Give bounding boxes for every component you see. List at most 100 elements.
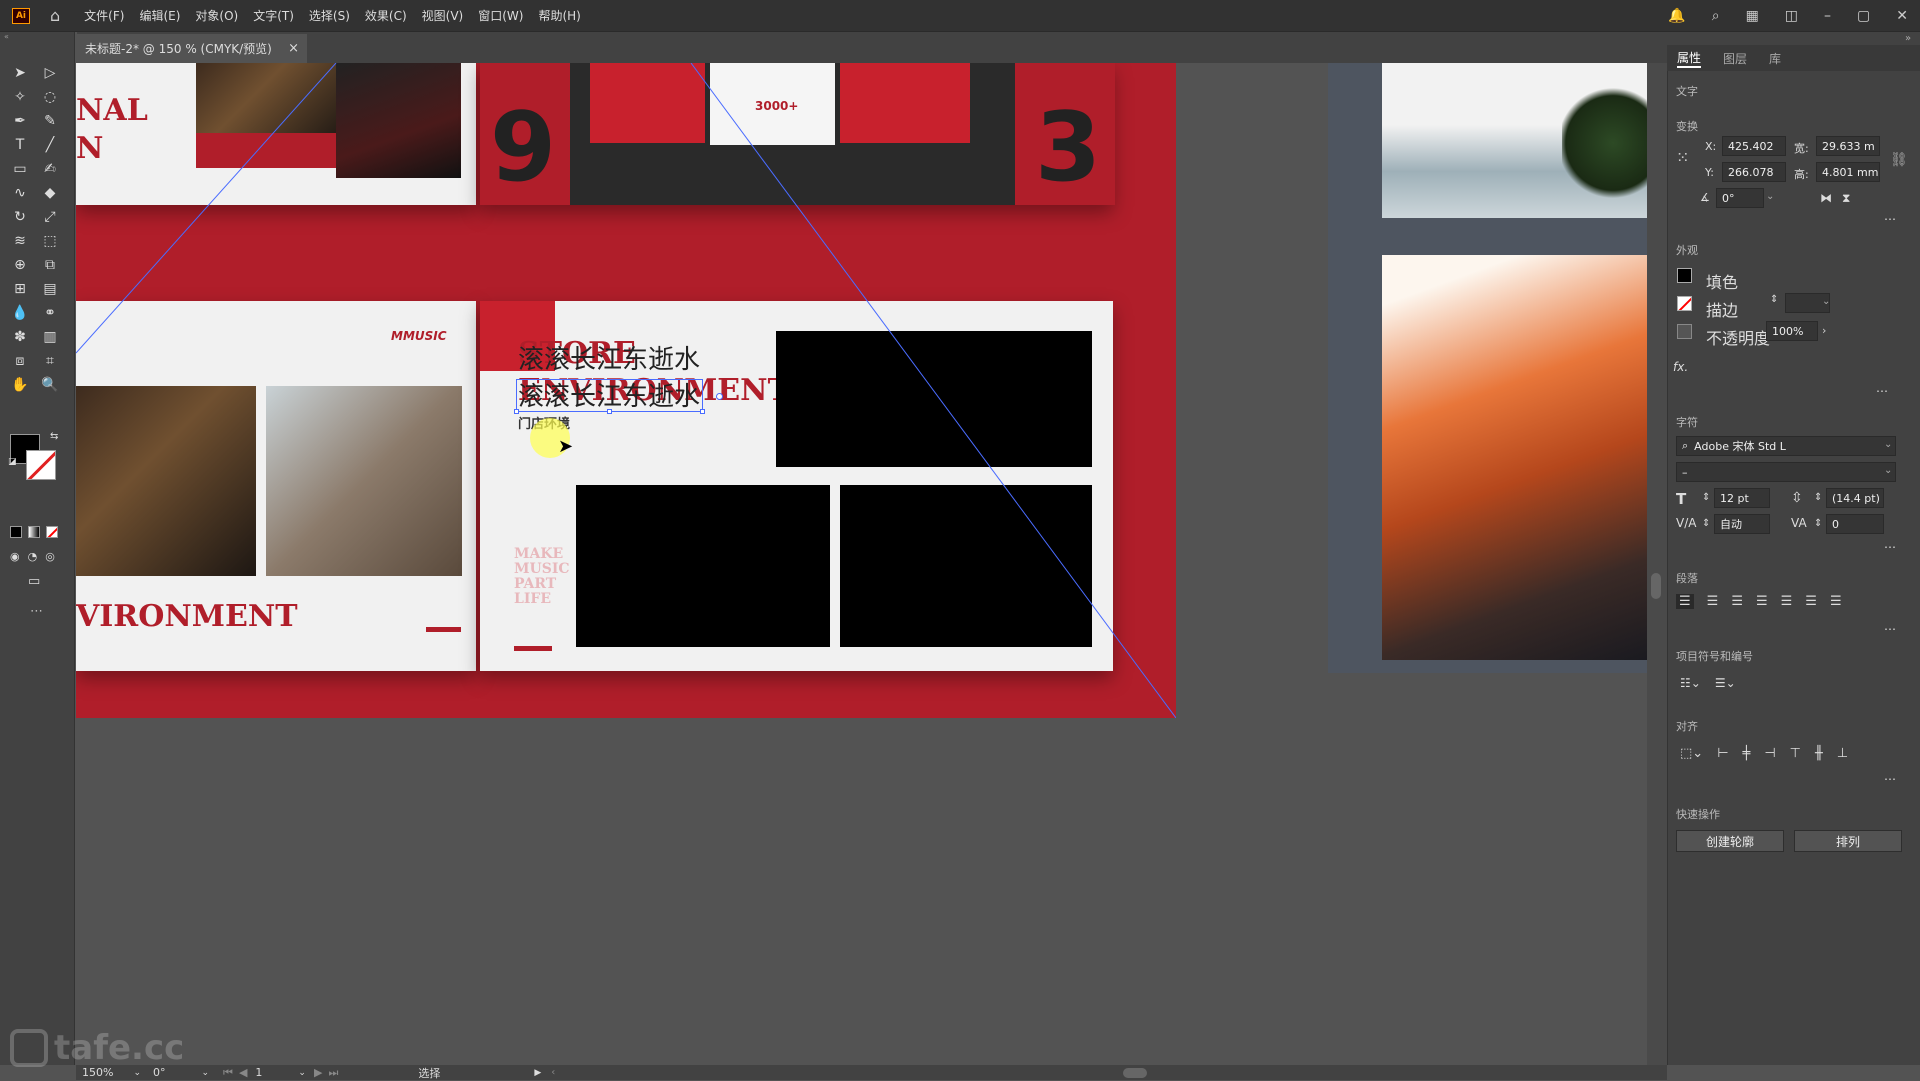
artboard[interactable]: NAL N 9 3000+ 3 MMUSIC VIRONMENT STORE E… [76, 63, 1176, 718]
swap-colors-icon[interactable]: ⇆ [50, 431, 58, 442]
gradient-mode-icon[interactable] [28, 526, 40, 538]
none-mode-icon[interactable] [46, 526, 58, 538]
first-page-icon[interactable]: ⏮ [223, 1066, 233, 1080]
transform-more-icon[interactable]: ⋯ [1884, 212, 1896, 226]
arrange-button[interactable]: 排列 [1794, 830, 1902, 852]
menu-effect[interactable]: 效果(C) [365, 7, 407, 24]
gradient-tool-icon[interactable]: ▤ [38, 278, 62, 300]
justify-center-icon[interactable]: ☰ [1781, 594, 1793, 609]
menu-view[interactable]: 视图(V) [422, 7, 464, 24]
opacity-field[interactable]: 100% [1766, 321, 1818, 341]
screen-mode-icon[interactable]: ▭ [28, 574, 40, 589]
align-bottom-edge-icon[interactable]: ⊥ [1837, 746, 1848, 761]
maximize-icon[interactable]: ▢ [1857, 8, 1870, 24]
lasso-tool-icon[interactable]: ◌ [38, 86, 62, 108]
canvas-area[interactable]: NAL N 9 3000+ 3 MMUSIC VIRONMENT STORE E… [76, 63, 1647, 1065]
home-icon[interactable]: ⌂ [50, 6, 60, 25]
flip-horizontal-icon[interactable]: ⧓ [1820, 191, 1832, 205]
tab-layers[interactable]: 图层 [1723, 50, 1747, 67]
kerning-stepper-icon[interactable]: ⇕ [1702, 518, 1710, 529]
stroke-swatch[interactable] [26, 450, 56, 480]
align-top-edge-icon[interactable]: ⊤ [1790, 746, 1801, 761]
toolbar-collapse-icon[interactable]: « [0, 32, 75, 42]
document-tab[interactable]: 未标题-2* @ 150 % (CMYK/预览) × [77, 34, 307, 63]
eyedropper-tool-icon[interactable]: 💧 [8, 302, 32, 324]
create-outline-button[interactable]: 创建轮廓 [1676, 830, 1784, 852]
horizontal-scrollbar-thumb[interactable] [1123, 1067, 1148, 1078]
align-left-icon[interactable]: ☰ [1676, 594, 1694, 609]
draw-inside-icon[interactable]: ◎ [45, 550, 55, 563]
arrange-icon[interactable]: ◫ [1785, 8, 1798, 24]
align-vertical-center-icon[interactable]: ╫ [1815, 746, 1823, 761]
x-field[interactable]: 425.402 [1722, 136, 1786, 156]
align-horizontal-center-icon[interactable]: ╪ [1743, 746, 1751, 761]
paintbrush-tool-icon[interactable]: ✍ [38, 158, 62, 180]
flip-vertical-icon[interactable]: ⧗ [1842, 191, 1850, 206]
height-field[interactable]: 4.801 mm [1816, 162, 1880, 182]
fx-button[interactable]: fx. [1673, 360, 1688, 374]
paragraph-more-icon[interactable]: ⋯ [1884, 622, 1896, 636]
tracking-field[interactable]: 0 [1826, 514, 1884, 534]
align-center-icon[interactable]: ☰ [1707, 594, 1719, 609]
search-icon[interactable]: ⌕ [1712, 8, 1720, 24]
style-dropdown-icon[interactable]: ⌄ [1884, 465, 1892, 476]
angle-dropdown-icon[interactable]: ⌄ [1766, 191, 1774, 202]
last-page-icon[interactable]: ⏭ [328, 1066, 338, 1080]
scrollbar-thumb[interactable] [1651, 573, 1661, 599]
line-tool-icon[interactable]: ╱ [38, 134, 62, 156]
rectangle-tool-icon[interactable]: ▭ [8, 158, 32, 180]
kerning-field[interactable]: 自动 [1714, 514, 1770, 534]
scale-tool-icon[interactable]: ⤢ [38, 206, 62, 228]
default-colors-icon[interactable]: ◪ [8, 457, 17, 467]
stroke-dropdown-icon[interactable]: ⌄ [1822, 296, 1830, 307]
align-right-edge-icon[interactable]: ⊣ [1764, 746, 1775, 761]
color-mode-icon[interactable] [10, 526, 22, 538]
status-menu-icon[interactable]: ▶ [534, 1068, 541, 1078]
notification-icon[interactable]: 🔔 [1668, 8, 1685, 24]
numbered-list-icon[interactable]: ☰⌄ [1715, 676, 1736, 690]
constrain-proportions-icon[interactable]: ⛓ [1890, 152, 1908, 168]
align-left-edge-icon[interactable]: ⊢ [1717, 746, 1728, 761]
align-right-icon[interactable]: ☰ [1731, 594, 1743, 609]
menu-help[interactable]: 帮助(H) [538, 7, 580, 24]
leading-stepper-icon[interactable]: ⇕ [1814, 492, 1822, 503]
align-more-icon[interactable]: ⋯ [1884, 772, 1896, 786]
close-tab-icon[interactable]: × [288, 41, 299, 56]
vertical-scrollbar[interactable] [1647, 63, 1667, 1065]
font-dropdown-icon[interactable]: ⌄ [1884, 439, 1892, 450]
curvature-tool-icon[interactable]: ✎ [38, 110, 62, 132]
font-size-stepper-icon[interactable]: ⇕ [1702, 492, 1710, 503]
menu-file[interactable]: 文件(F) [84, 7, 124, 24]
angle-field[interactable]: 0° [1716, 188, 1764, 208]
justify-all-icon[interactable]: ☰ [1830, 594, 1842, 609]
page-dropdown-icon[interactable]: ⌄ [298, 1068, 306, 1078]
reference-point-icon[interactable]: ⁙ [1676, 148, 1689, 167]
font-family-select[interactable]: ⌕ Adobe 宋体 Std L [1676, 436, 1896, 456]
panel-collapse-icon[interactable]: » [1905, 33, 1911, 44]
free-transform-tool-icon[interactable]: ⬚ [38, 230, 62, 252]
close-icon[interactable]: ✕ [1896, 8, 1908, 24]
width-field[interactable]: 29.633 m [1816, 136, 1880, 156]
edit-toolbar-icon[interactable]: ⋯ [30, 604, 43, 619]
symbol-sprayer-tool-icon[interactable]: ✽ [8, 326, 32, 348]
rotation-dropdown-icon[interactable]: ⌄ [202, 1068, 210, 1078]
eraser-tool-icon[interactable]: ◆ [38, 182, 62, 204]
magic-wand-tool-icon[interactable]: ✧ [8, 86, 32, 108]
hand-tool-icon[interactable]: ✋ [8, 374, 32, 396]
artboard-tool-icon[interactable]: ⧈ [8, 350, 32, 372]
leading-field[interactable]: (14.4 pt) [1826, 488, 1884, 508]
type-tool-icon[interactable]: T [8, 134, 32, 156]
right-artboard[interactable] [1328, 63, 1647, 673]
pen-tool-icon[interactable]: ✒ [8, 110, 32, 132]
stroke-stepper-icon[interactable]: ⇕ [1770, 294, 1778, 305]
slice-tool-icon[interactable]: ⌗ [38, 350, 62, 372]
minimize-icon[interactable]: – [1824, 8, 1831, 24]
warp-tool-icon[interactable]: ≋ [8, 230, 32, 252]
font-size-field[interactable]: 12 pt [1714, 488, 1770, 508]
selection-tool-icon[interactable]: ➤ [8, 62, 32, 84]
menu-window[interactable]: 窗口(W) [478, 7, 523, 24]
align-to-icon[interactable]: ⬚⌄ [1680, 746, 1703, 761]
zoom-dropdown-icon[interactable]: ⌄ [133, 1068, 141, 1078]
character-more-icon[interactable]: ⋯ [1884, 540, 1896, 554]
fill-color-swatch[interactable] [1677, 268, 1692, 283]
